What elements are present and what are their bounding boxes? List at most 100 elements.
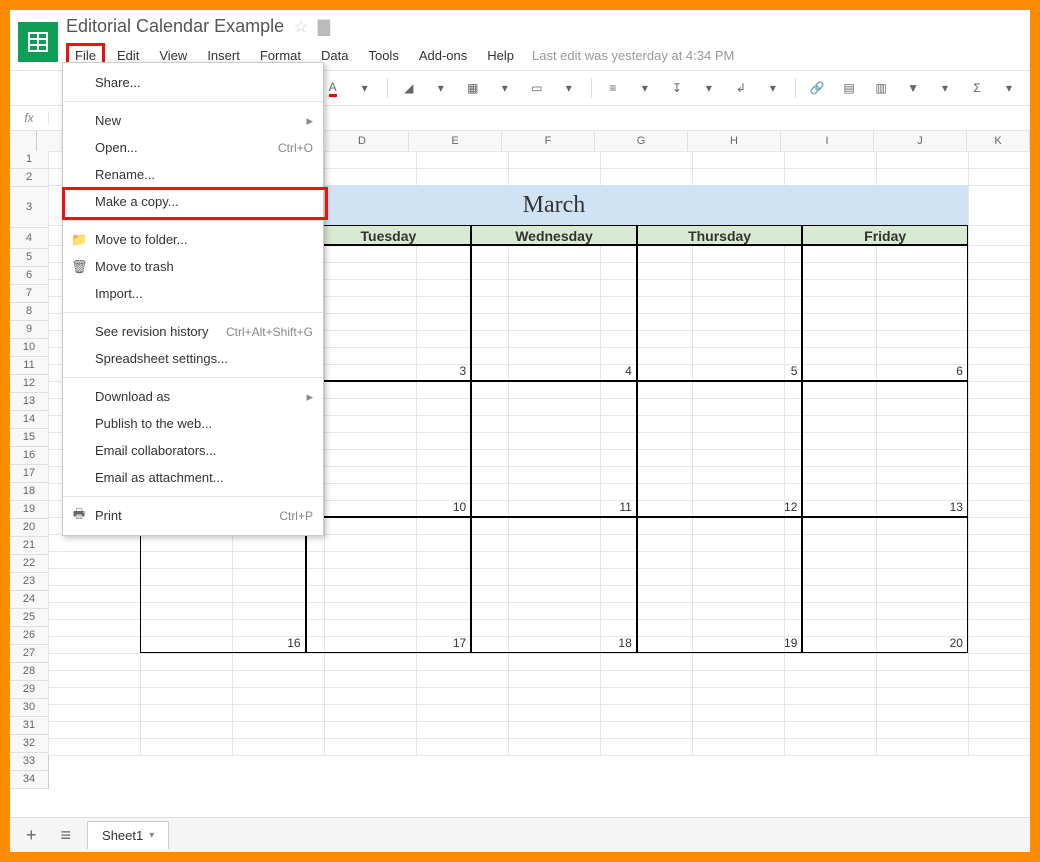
row-header-12[interactable]: 12 (10, 375, 48, 393)
calendar-cell[interactable]: 16 (140, 517, 306, 653)
star-icon[interactable]: ☆ (294, 19, 308, 36)
chevron-down-icon[interactable]: ▾ (556, 78, 582, 98)
row-header-7[interactable]: 7 (10, 285, 48, 303)
row-header-23[interactable]: 23 (10, 573, 48, 591)
calendar-cell[interactable]: 5 (637, 245, 803, 381)
chevron-down-icon[interactable]: ▾ (996, 78, 1022, 98)
row-header-21[interactable]: 21 (10, 537, 48, 555)
row-header-27[interactable]: 27 (10, 645, 48, 663)
row-header-29[interactable]: 29 (10, 681, 48, 699)
calendar-cell[interactable]: 4 (471, 245, 637, 381)
file-menu-item[interactable]: Share... (63, 69, 323, 96)
chevron-down-icon[interactable]: ▾ (760, 78, 786, 98)
sheets-logo[interactable] (18, 22, 58, 62)
chevron-down-icon[interactable]: ▾ (932, 78, 958, 98)
link-button[interactable]: 🔗 (804, 78, 830, 98)
calendar-cell[interactable]: 18 (471, 517, 637, 653)
col-header-G[interactable]: G (595, 131, 688, 151)
row-header-24[interactable]: 24 (10, 591, 48, 609)
file-menu-item[interactable]: Rename... (63, 161, 323, 188)
calendar-cell[interactable]: 13 (802, 381, 968, 517)
row-header-33[interactable]: 33 (10, 753, 48, 771)
filter-button[interactable]: ▼ (900, 78, 926, 98)
file-menu-item[interactable]: Download as▸ (63, 383, 323, 410)
file-menu-item[interactable]: Open...Ctrl+O (63, 134, 323, 161)
row-header-9[interactable]: 9 (10, 321, 48, 339)
row-header-31[interactable]: 31 (10, 717, 48, 735)
row-header-11[interactable]: 11 (10, 357, 48, 375)
file-menu-item[interactable]: Make a copy... (63, 188, 323, 215)
row-header-25[interactable]: 25 (10, 609, 48, 627)
functions-button[interactable]: Σ (964, 78, 990, 98)
row-header-5[interactable]: 5 (10, 249, 48, 267)
document-title[interactable]: Editorial Calendar Example (66, 16, 284, 36)
row-header-19[interactable]: 19 (10, 501, 48, 519)
calendar-cell[interactable]: 17 (306, 517, 472, 653)
chevron-down-icon[interactable]: ▾ (352, 78, 378, 98)
row-header-2[interactable]: 2 (10, 169, 48, 187)
menu-tools[interactable]: Tools (360, 44, 406, 67)
file-menu-item[interactable]: 🖶PrintCtrl+P (63, 502, 323, 529)
calendar-cell[interactable]: 10 (306, 381, 472, 517)
menu-help[interactable]: Help (479, 44, 522, 67)
row-header-1[interactable]: 1 (10, 151, 48, 169)
row-header-4[interactable]: 4 (10, 228, 48, 249)
all-sheets-button[interactable]: ≡ (53, 821, 80, 850)
file-menu-item[interactable]: 📁Move to folder... (63, 226, 323, 253)
row-header-28[interactable]: 28 (10, 663, 48, 681)
chevron-down-icon[interactable]: ▾ (149, 830, 154, 841)
valign-button[interactable]: ↧ (664, 78, 690, 98)
calendar-cell[interactable]: 19 (637, 517, 803, 653)
borders-button[interactable]: ▦ (460, 78, 486, 98)
col-header-E[interactable]: E (409, 131, 502, 151)
row-header-16[interactable]: 16 (10, 447, 48, 465)
col-header-D[interactable]: D (316, 131, 409, 151)
file-menu-item[interactable]: See revision historyCtrl+Alt+Shift+G (63, 318, 323, 345)
col-header-K[interactable]: K (967, 131, 1030, 151)
calendar-cell[interactable]: 6 (802, 245, 968, 381)
file-menu-item[interactable]: Spreadsheet settings... (63, 345, 323, 372)
comment-button[interactable]: ▤ (836, 78, 862, 98)
col-header-F[interactable]: F (502, 131, 595, 151)
col-header-H[interactable]: H (688, 131, 781, 151)
row-header-18[interactable]: 18 (10, 483, 48, 501)
row-header-26[interactable]: 26 (10, 627, 48, 645)
row-header-15[interactable]: 15 (10, 429, 48, 447)
row-header-20[interactable]: 20 (10, 519, 48, 537)
calendar-cell[interactable]: 11 (471, 381, 637, 517)
row-header-22[interactable]: 22 (10, 555, 48, 573)
file-menu-item[interactable]: Import... (63, 280, 323, 307)
chevron-down-icon[interactable]: ▾ (632, 78, 658, 98)
file-menu-item[interactable]: Publish to the web... (63, 410, 323, 437)
row-header-34[interactable]: 34 (10, 771, 48, 789)
align-left-button[interactable]: ≡ (600, 78, 626, 98)
chevron-down-icon[interactable]: ▾ (696, 78, 722, 98)
col-header-J[interactable]: J (874, 131, 967, 151)
menu-addons[interactable]: Add-ons (411, 44, 475, 67)
merge-cells-button[interactable]: ▭ (524, 78, 550, 98)
row-header-8[interactable]: 8 (10, 303, 48, 321)
add-sheet-button[interactable]: + (18, 821, 45, 850)
row-header-6[interactable]: 6 (10, 267, 48, 285)
chart-button[interactable]: ▥ (868, 78, 894, 98)
chevron-down-icon[interactable]: ▾ (428, 78, 454, 98)
chevron-down-icon[interactable]: ▾ (492, 78, 518, 98)
row-header-14[interactable]: 14 (10, 411, 48, 429)
wrap-button[interactable]: ↲ (728, 78, 754, 98)
file-menu-item[interactable]: 🗑Move to trash (63, 253, 323, 280)
row-header-10[interactable]: 10 (10, 339, 48, 357)
calendar-cell[interactable]: 3 (306, 245, 472, 381)
file-menu-item[interactable]: Email collaborators... (63, 437, 323, 464)
row-header-32[interactable]: 32 (10, 735, 48, 753)
calendar-cell[interactable]: 20 (802, 517, 968, 653)
folder-icon[interactable]: ▇ (318, 19, 330, 36)
col-header-I[interactable]: I (781, 131, 874, 151)
row-header-13[interactable]: 13 (10, 393, 48, 411)
file-menu-item[interactable]: New▸ (63, 107, 323, 134)
row-header-3[interactable]: 3 (10, 187, 48, 228)
select-all-corner[interactable] (10, 131, 37, 151)
row-header-30[interactable]: 30 (10, 699, 48, 717)
fill-color-button[interactable]: ◢ (396, 78, 422, 98)
file-menu-item[interactable]: Email as attachment... (63, 464, 323, 491)
last-edit-text[interactable]: Last edit was yesterday at 4:34 PM (532, 48, 734, 63)
